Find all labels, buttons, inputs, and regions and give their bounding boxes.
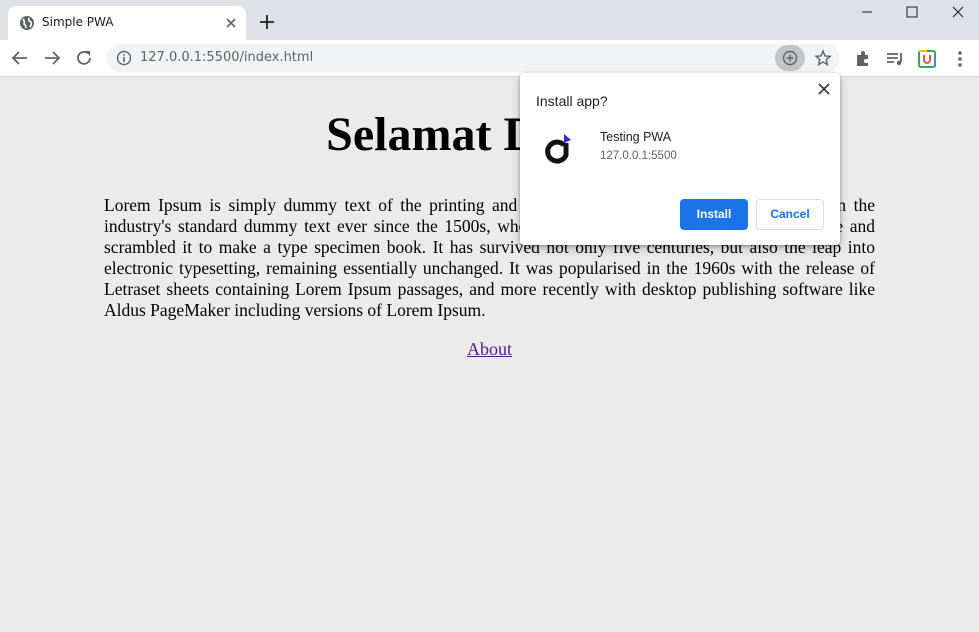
app-origin: 127.0.0.1:5500 xyxy=(600,150,677,162)
install-app-dialog: Install app? Testing PWA 127.0.0.1:5500 … xyxy=(520,73,840,245)
install-button[interactable]: Install xyxy=(680,199,748,230)
address-bar[interactable]: 127.0.0.1:5500/index.html xyxy=(106,44,840,72)
tab-strip: Simple PWA xyxy=(0,0,979,40)
maximize-icon[interactable] xyxy=(897,4,927,22)
more-menu-icon[interactable] xyxy=(950,49,970,69)
extension-u-icon[interactable] xyxy=(917,49,937,69)
back-icon[interactable] xyxy=(10,48,30,68)
browser-toolbar: 127.0.0.1:5500/index.html xyxy=(0,40,979,77)
forward-icon[interactable] xyxy=(42,48,62,68)
about-link-container: About xyxy=(0,339,979,360)
tab-simple-pwa[interactable]: Simple PWA xyxy=(8,6,246,40)
about-link[interactable]: About xyxy=(467,339,512,359)
extensions-puzzle-icon[interactable] xyxy=(853,49,873,69)
window-close-icon[interactable] xyxy=(943,4,973,22)
tab-title: Simple PWA xyxy=(42,15,114,29)
cancel-button[interactable]: Cancel xyxy=(756,199,824,230)
install-app-button[interactable] xyxy=(775,45,805,71)
minimize-icon[interactable] xyxy=(852,4,882,22)
url-text[interactable]: 127.0.0.1:5500/index.html xyxy=(140,50,313,65)
reload-icon[interactable] xyxy=(74,48,94,68)
app-name: Testing PWA xyxy=(600,130,672,144)
install-icon xyxy=(782,50,798,66)
dialog-close-icon[interactable] xyxy=(816,81,832,97)
reading-list-icon[interactable] xyxy=(885,49,905,69)
tab-close-icon[interactable] xyxy=(222,14,240,32)
new-tab-icon[interactable] xyxy=(258,13,276,31)
globe-icon xyxy=(20,16,34,30)
app-logo-icon xyxy=(545,134,571,164)
bookmark-star-icon[interactable] xyxy=(814,49,832,67)
dialog-title: Install app? xyxy=(536,93,608,109)
info-icon[interactable] xyxy=(116,50,132,66)
